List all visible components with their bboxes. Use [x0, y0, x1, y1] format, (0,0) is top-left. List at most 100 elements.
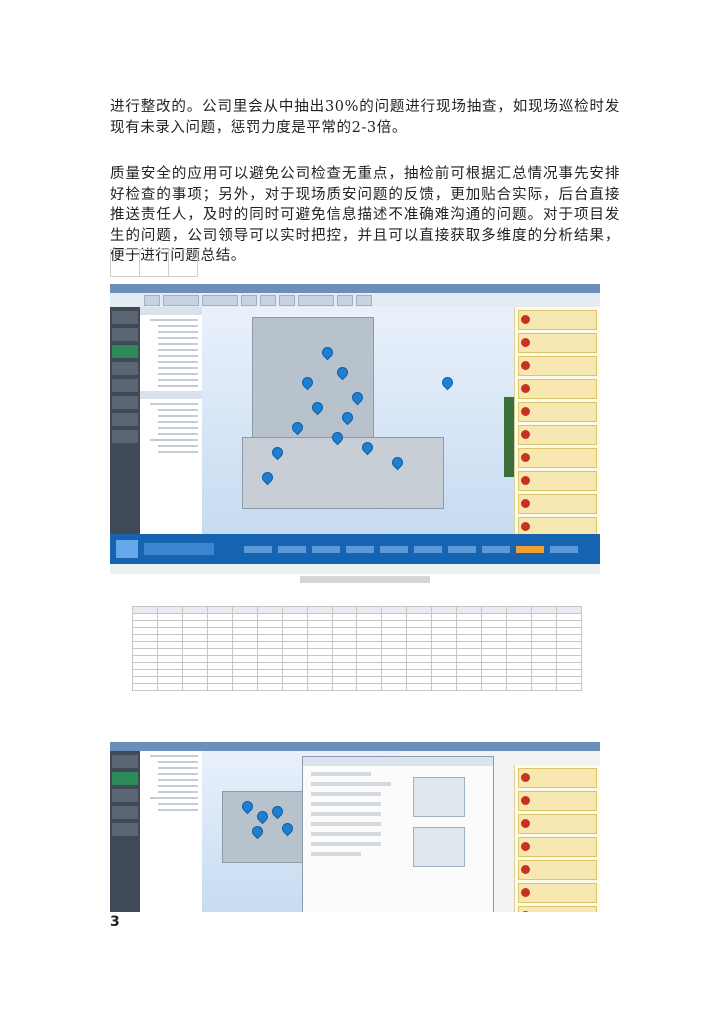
issue-card[interactable] — [518, 471, 597, 491]
page-number: 3 — [110, 914, 120, 930]
table-cell — [406, 648, 433, 656]
table-cell — [156, 683, 183, 691]
issue-pin[interactable] — [439, 374, 456, 391]
table-cell — [181, 676, 208, 684]
menu-item[interactable] — [244, 545, 272, 553]
tree-node — [158, 761, 198, 763]
tree-node — [150, 319, 198, 321]
warning-icon — [521, 865, 530, 874]
table-cell — [555, 669, 583, 677]
issue-card[interactable] — [518, 517, 597, 534]
issue-card[interactable] — [518, 494, 597, 514]
menu-item[interactable] — [380, 545, 408, 553]
model-viewport[interactable] — [202, 307, 514, 534]
table-cell — [456, 662, 483, 670]
table-cell — [281, 606, 308, 614]
warning-icon — [521, 796, 530, 805]
detail-field — [311, 802, 381, 806]
detail-field — [311, 792, 381, 796]
tree-node — [158, 809, 198, 811]
menu-item[interactable] — [448, 545, 476, 553]
issue-card[interactable] — [518, 814, 597, 834]
table-cell — [231, 648, 258, 656]
issue-card[interactable] — [518, 768, 597, 788]
table-cell — [181, 620, 208, 628]
table-cell — [256, 641, 283, 649]
table-cell — [431, 683, 458, 691]
nav-item — [112, 379, 138, 392]
menu-item[interactable] — [550, 545, 578, 553]
menu-item-active[interactable] — [516, 545, 544, 553]
menu-item[interactable] — [346, 545, 374, 553]
tree-node — [158, 451, 198, 453]
table-cell — [431, 634, 458, 642]
tree-node — [158, 385, 198, 387]
table-cell — [506, 620, 532, 628]
menu-item[interactable] — [278, 545, 306, 553]
issue-card[interactable] — [518, 402, 597, 422]
table-cell — [156, 655, 183, 663]
table-cell — [506, 627, 532, 635]
photo-thumbnail[interactable] — [413, 827, 465, 867]
toolbar-button — [144, 294, 160, 306]
table-cell — [231, 676, 258, 684]
table-cell — [331, 641, 358, 649]
table-cell — [331, 655, 358, 663]
issue-card[interactable] — [518, 333, 597, 353]
detail-field — [311, 852, 361, 856]
tree-node — [158, 367, 198, 369]
issue-card[interactable] — [518, 906, 597, 912]
platform-logo — [116, 540, 138, 558]
table-cell — [156, 669, 183, 677]
table-cell — [531, 620, 557, 628]
table-cell — [431, 655, 458, 663]
table-cell — [231, 634, 258, 642]
issue-card[interactable] — [518, 837, 597, 857]
issue-card[interactable] — [518, 883, 597, 903]
photo-thumbnail[interactable] — [413, 777, 465, 817]
table-cell — [231, 620, 258, 628]
table-cell — [481, 676, 508, 684]
app-header — [110, 534, 600, 564]
issue-detail-dialog — [302, 756, 494, 912]
tree-node — [158, 379, 198, 381]
menu-item[interactable] — [414, 545, 442, 553]
table-cell — [406, 627, 433, 635]
menu-item[interactable] — [482, 545, 510, 553]
table-cell — [481, 627, 508, 635]
table-cell — [356, 606, 383, 614]
detail-field — [311, 782, 391, 786]
menu-item[interactable] — [312, 545, 340, 553]
view-tools[interactable] — [504, 397, 514, 477]
floor-tree — [140, 751, 203, 912]
report-title — [300, 576, 430, 583]
table-cell — [456, 606, 483, 614]
tree-node — [158, 337, 198, 339]
table-cell — [306, 613, 333, 621]
issue-card[interactable] — [518, 379, 597, 399]
table-cell — [132, 669, 158, 677]
table-cell — [431, 641, 458, 649]
nav-item — [112, 755, 138, 768]
issue-detail-screenshot — [110, 742, 600, 912]
table-cell — [531, 648, 557, 656]
table-cell — [431, 620, 458, 628]
warning-icon — [521, 522, 530, 531]
tree-node — [158, 373, 198, 375]
issue-card[interactable] — [518, 448, 597, 468]
table-row — [132, 613, 583, 621]
issue-card[interactable] — [518, 310, 597, 330]
issue-card[interactable] — [518, 860, 597, 880]
table-cell — [132, 648, 158, 656]
table-cell — [206, 613, 233, 621]
left-nav — [110, 307, 140, 534]
nav-item — [112, 311, 138, 324]
issue-card[interactable] — [518, 791, 597, 811]
table-cell — [431, 648, 458, 656]
issue-card[interactable] — [518, 356, 597, 376]
issue-card[interactable] — [518, 425, 597, 445]
table-cell — [331, 620, 358, 628]
table-cell — [281, 662, 308, 670]
filter-bar[interactable] — [110, 564, 600, 574]
table-cell — [506, 613, 532, 621]
